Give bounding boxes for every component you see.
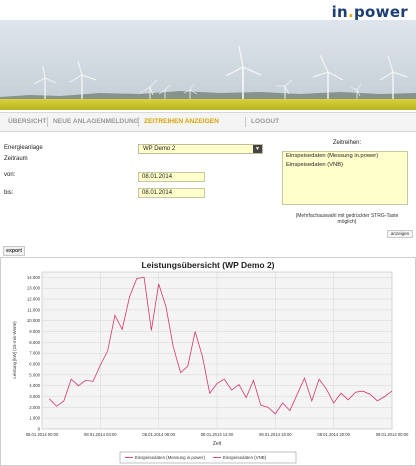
hint-line-2: möglich) <box>337 219 357 225</box>
legend-label: Einspeisedaten (VNB) <box>223 455 267 460</box>
tab-uebersicht[interactable]: Übersicht <box>3 113 51 131</box>
y-axis-label: Leistung [kW] (15-min-Werte) <box>12 321 17 379</box>
x-tick-label: 09.01.2014 00:00 <box>376 432 409 437</box>
power-chart: Leistungsübersicht (WP Demo 2) 0 1.000 2.0… <box>0 257 416 466</box>
y-tick-label: 3.000 <box>29 394 40 399</box>
export-button[interactable]: export <box>3 246 25 256</box>
y-tick-label: 12.000 <box>27 297 41 302</box>
brand-logo: in.power <box>331 3 408 21</box>
wind-farm-banner <box>0 20 416 110</box>
chart-canvas: Leistungsübersicht (WP Demo 2) 01.0002.0… <box>0 257 416 466</box>
y-tick-label: 11.000 <box>27 307 40 312</box>
tab-logout[interactable]: Logout <box>246 113 284 131</box>
y-tick-label: 1.000 <box>29 416 40 421</box>
energieanlage-select[interactable]: WP Demo 2 ▼ <box>138 144 263 154</box>
y-tick-label: 9.000 <box>29 329 40 334</box>
x-tick-label: 08.01.2014 04:00 <box>84 432 117 437</box>
y-axis-ticks: 01.0002.0003.0004.0005.0006.0007.0008.00… <box>27 275 41 432</box>
energieanlage-label: Energieanlage <box>4 145 43 151</box>
main-navigation: Übersicht Neue Anlagenmeldung Zeitreihen… <box>0 112 416 132</box>
x-tick-label: 08.01.2014 08:00 <box>142 432 175 437</box>
zeitreihen-option[interactable]: Einspeisedaten (VNB) <box>283 161 407 170</box>
x-axis-label: Zeit <box>213 441 222 447</box>
y-tick-label: 7.000 <box>29 351 40 356</box>
y-tick-label: 10.000 <box>27 318 41 323</box>
tab-neue-anlagenmeldung[interactable]: Neue Anlagenmeldung <box>48 113 144 131</box>
y-tick-label: 2.000 <box>29 405 40 410</box>
zeitreihen-label: Zeitreihen: <box>332 140 362 146</box>
x-tick-label: 08.01.2014 00:00 <box>26 432 59 437</box>
energieanlage-value: WP Demo 2 <box>143 146 176 152</box>
bis-date-input[interactable]: 08.01.2014 <box>138 188 205 198</box>
zeitreihen-option[interactable]: Einspeisedaten (Messung in.power) <box>283 152 407 161</box>
x-tick-label: 08.01.2014 16:00 <box>259 432 292 437</box>
zeitreihen-multiselect[interactable]: Einspeisedaten (Messung in.power) Einspe… <box>282 151 408 205</box>
y-tick-label: 8.000 <box>29 340 40 345</box>
legend-label: Einspeisedaten (Messung in.power) <box>135 455 205 460</box>
y-tick-label: 5.000 <box>29 372 40 377</box>
anzeigen-button[interactable]: anzeigen <box>387 230 413 238</box>
x-tick-label: 08.01.2014 12:00 <box>201 432 234 437</box>
zeitraum-label: Zeitraum <box>4 156 28 162</box>
von-date-input[interactable]: 08.01.2014 <box>138 172 205 182</box>
y-tick-label: 6.000 <box>29 362 40 367</box>
von-label: von: <box>4 172 16 178</box>
x-tick-label: 08.01.2014 20:00 <box>317 432 350 437</box>
chart-title: Leistungsübersicht (WP Demo 2) <box>141 260 274 270</box>
y-tick-label: 4.000 <box>29 383 40 388</box>
chevron-down-icon[interactable]: ▼ <box>253 145 262 153</box>
legend-entries: Einspeisedaten (Messung in.power) Einspei… <box>125 455 267 460</box>
tab-zeitreihen-anzeigen[interactable]: Zeitreihen anzeigen <box>139 113 224 131</box>
query-form: Energieanlage WP Demo 2 ▼ Zeitraum von: … <box>0 140 416 240</box>
y-tick-label: 14.000 <box>27 275 41 280</box>
y-tick-label: 13.000 <box>27 286 41 291</box>
bis-label: bis: <box>4 190 14 196</box>
multiselect-hint: (Mehrfachauswahl mit gedrückter STRG-Tas… <box>282 213 412 225</box>
